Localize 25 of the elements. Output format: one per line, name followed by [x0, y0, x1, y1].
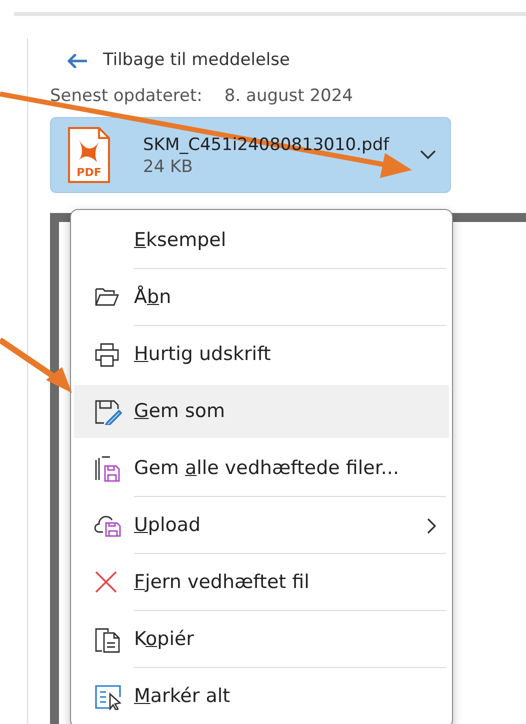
printer-icon [94, 342, 120, 368]
cloud-save-icon [94, 513, 122, 537]
menu-item[interactable]: Markér alt [74, 670, 449, 723]
chevron-down-icon[interactable] [420, 150, 436, 160]
updated-label: Senest opdateret: [50, 84, 202, 108]
back-link[interactable]: Tilbage til meddelelse [103, 48, 290, 74]
menu-item[interactable]: Gem alle vedhæftede filer... [74, 442, 449, 495]
menu-item[interactable]: Eksempel [74, 214, 449, 267]
close-icon [94, 570, 118, 594]
menu-item[interactable]: Gem som [74, 385, 449, 438]
back-arrow-icon[interactable] [67, 54, 87, 68]
copy-icon [94, 627, 120, 653]
save-all-icon [94, 456, 120, 482]
file-size: 24 KB [143, 156, 194, 178]
pdf-file-icon [67, 126, 111, 184]
menu-item[interactable]: Hurtig udskrift [74, 328, 449, 381]
menu-item[interactable]: Fjern vedhæftet fil [74, 556, 449, 609]
select-all-icon [94, 684, 122, 710]
updated-date: 8. august 2024 [224, 84, 353, 108]
menu-item[interactable]: Åbn [74, 271, 449, 324]
file-type-label: PDF [76, 167, 102, 178]
annotation-arrow [0, 338, 72, 393]
menu-item[interactable]: Upload [74, 499, 449, 552]
menu-item[interactable]: Kopiér [74, 613, 449, 666]
save-as-icon [94, 399, 122, 425]
